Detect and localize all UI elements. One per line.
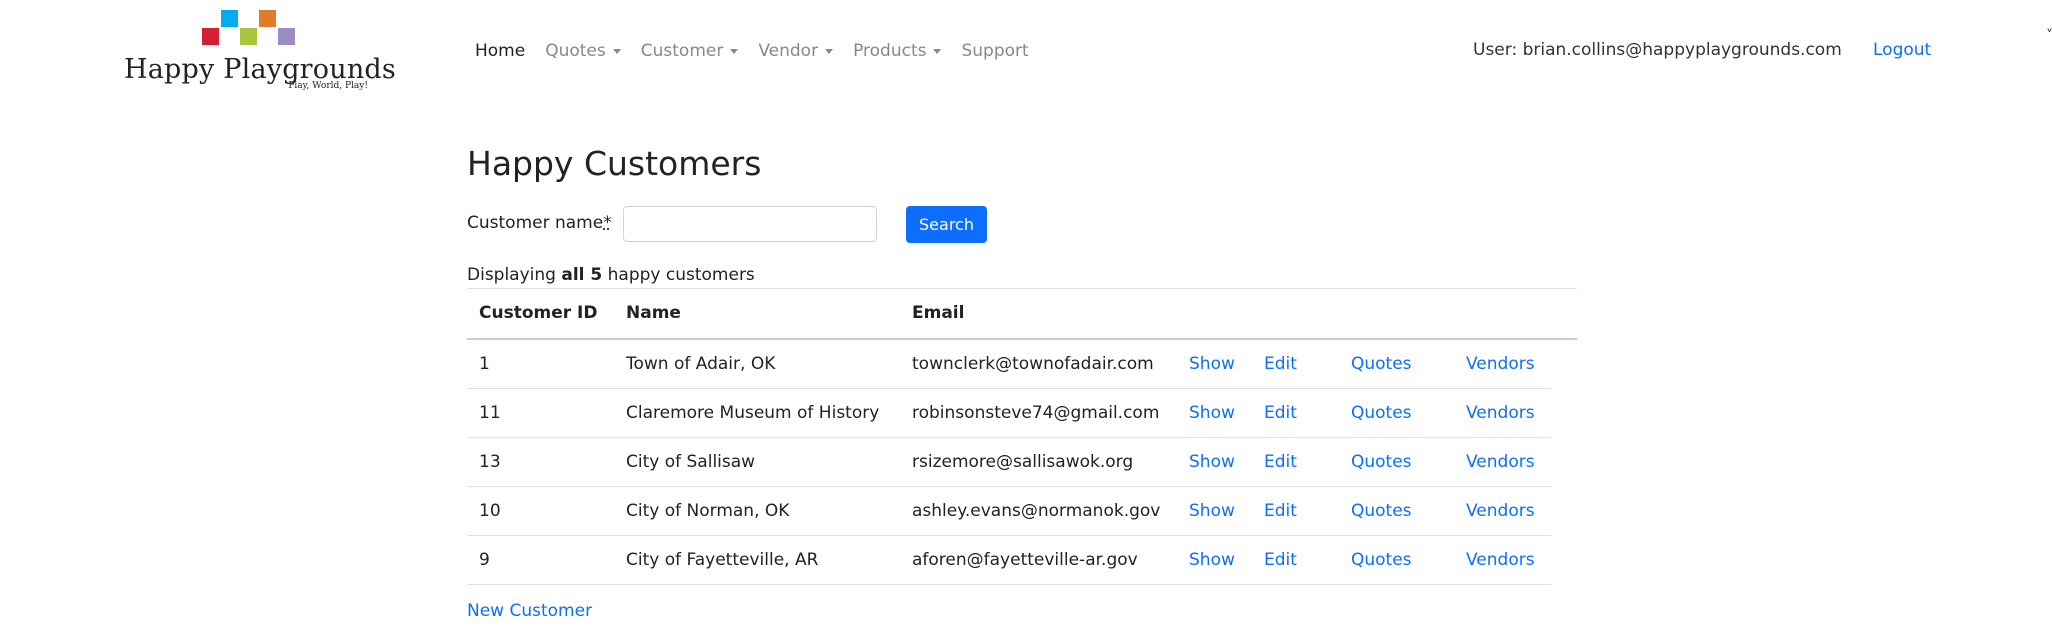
required-mark: *	[603, 213, 612, 233]
cell-email: robinsonsteve74@gmail.com	[912, 403, 1160, 423]
nav-item-label: Customer	[640, 41, 724, 61]
brand-logo[interactable]: Happy Playgrounds Play, World, Play!	[124, 10, 396, 96]
cell-name: City of Sallisaw	[626, 452, 756, 472]
customer-name-input[interactable]	[623, 206, 877, 242]
nav-item-support[interactable]: Support	[961, 41, 1028, 61]
table-row: 1 Town of Adair, OK townclerk@townofadair.…	[467, 340, 1551, 389]
logout-link[interactable]: Logout	[1873, 40, 1931, 60]
edit-link[interactable]: Edit	[1264, 452, 1297, 472]
current-user-label: User: brian.collins@happyplaygrounds.com	[1473, 40, 1842, 60]
page-title: Happy Customers	[467, 144, 762, 183]
brand-tagline: Play, World, Play!	[288, 81, 368, 91]
new-customer-link[interactable]: New Customer	[467, 601, 592, 621]
show-link[interactable]: Show	[1189, 501, 1235, 521]
caret-down-icon	[825, 48, 834, 54]
header-email: Email	[912, 303, 965, 323]
edit-link[interactable]: Edit	[1264, 501, 1297, 521]
cell-customer-id: 11	[479, 403, 501, 423]
cell-customer-id: 9	[479, 550, 490, 570]
quotes-link[interactable]: Quotes	[1351, 403, 1412, 423]
header-customer-id: Customer ID	[479, 303, 598, 323]
cell-email: ashley.evans@normanok.gov	[912, 501, 1161, 521]
cell-customer-id: 13	[479, 452, 501, 472]
nav-item-products[interactable]: Products	[853, 41, 942, 61]
show-link[interactable]: Show	[1189, 403, 1235, 423]
nav-item-home[interactable]: Home	[475, 41, 525, 61]
results-summary: Displaying all 5 happy customers	[467, 265, 755, 285]
customers-table: Customer ID Name Email 1 Town of Adair, O…	[467, 288, 1577, 585]
search-button[interactable]: Search	[906, 206, 987, 243]
table-body: 1 Town of Adair, OK townclerk@townofadair.…	[467, 340, 1577, 585]
vendors-link[interactable]: Vendors	[1466, 354, 1535, 374]
caret-down-icon	[612, 48, 621, 54]
nav-item-customer[interactable]: Customer	[641, 41, 739, 61]
cell-email: rsizemore@sallisawok.org	[912, 452, 1134, 472]
customer-name-label: Customer name*	[467, 213, 612, 233]
cell-name: City of Norman, OK	[626, 501, 790, 521]
cell-email: townclerk@townofadair.com	[912, 354, 1154, 374]
logo-blocks-icon	[202, 10, 298, 46]
nav-item-quotes[interactable]: Quotes	[545, 41, 621, 61]
vendors-link[interactable]: Vendors	[1466, 550, 1535, 570]
vendors-link[interactable]: Vendors	[1466, 501, 1535, 521]
nav-item-label: Home	[475, 41, 526, 61]
vendors-link[interactable]: Vendors	[1466, 452, 1535, 472]
results-count: all 5	[561, 265, 603, 285]
main-nav: Home Quotes Customer Vendor Products Support	[475, 38, 1049, 64]
table-row: 11 Claremore Museum of History robinsonste…	[467, 389, 1551, 438]
caret-down-icon	[730, 48, 739, 54]
quotes-link[interactable]: Quotes	[1351, 452, 1412, 472]
table-row: 9 City of Fayetteville, AR aforen@fayettev…	[467, 536, 1551, 585]
cell-name: Claremore Museum of History	[626, 403, 880, 423]
edit-link[interactable]: Edit	[1264, 354, 1297, 374]
caret-down-icon	[933, 48, 942, 54]
nav-item-label: Quotes	[545, 41, 606, 61]
header-name: Name	[626, 303, 681, 323]
scroll-edge-marker: ˅	[2046, 28, 2052, 44]
table-row: 13 City of Sallisaw rsizemore@sallisawok.o…	[467, 438, 1551, 487]
cell-name: City of Fayetteville, AR	[626, 550, 819, 570]
show-link[interactable]: Show	[1189, 452, 1235, 472]
table-header-row: Customer ID Name Email	[467, 288, 1577, 340]
edit-link[interactable]: Edit	[1264, 403, 1297, 423]
edit-link[interactable]: Edit	[1264, 550, 1297, 570]
cell-customer-id: 10	[479, 501, 501, 521]
cell-name: Town of Adair, OK	[626, 354, 776, 374]
nav-item-vendor[interactable]: Vendor	[758, 41, 834, 61]
table-row: 10 City of Norman, OK ashley.evans@normano…	[467, 487, 1551, 536]
vendors-link[interactable]: Vendors	[1466, 403, 1535, 423]
cell-customer-id: 1	[479, 354, 490, 374]
show-link[interactable]: Show	[1189, 354, 1235, 374]
quotes-link[interactable]: Quotes	[1351, 354, 1412, 374]
nav-item-label: Products	[853, 41, 927, 61]
nav-item-label: Vendor	[758, 41, 819, 61]
page: Happy Playgrounds Play, World, Play! Hom…	[0, 0, 2052, 640]
quotes-link[interactable]: Quotes	[1351, 550, 1412, 570]
nav-item-label: Support	[961, 41, 1029, 61]
quotes-link[interactable]: Quotes	[1351, 501, 1412, 521]
cell-email: aforen@fayetteville-ar.gov	[912, 550, 1138, 570]
show-link[interactable]: Show	[1189, 550, 1235, 570]
